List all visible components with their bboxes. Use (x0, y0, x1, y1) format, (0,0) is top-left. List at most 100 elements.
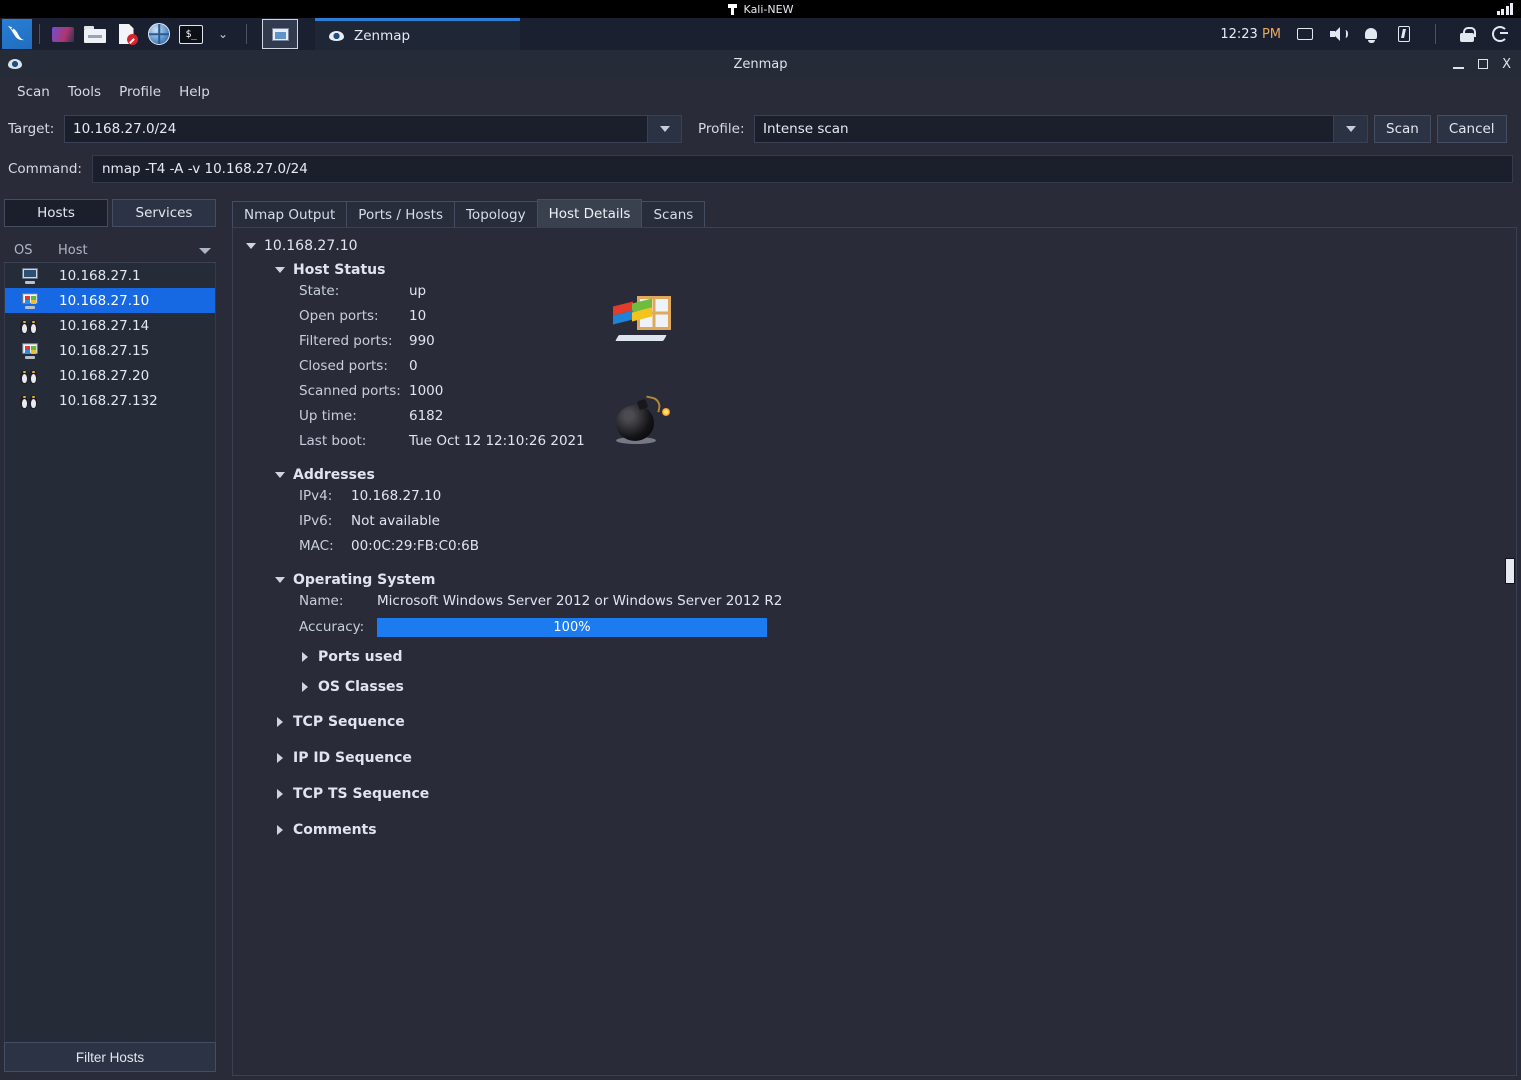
terminal-icon[interactable]: $_ (177, 20, 205, 48)
chevron-right-icon[interactable] (274, 716, 286, 728)
taskbar-launchers: $_ ⌄ (0, 18, 254, 50)
profile-input[interactable] (755, 116, 1333, 142)
address-value: 10.168.27.10 (351, 487, 442, 504)
kali-menu-icon[interactable] (2, 19, 32, 49)
scan-button[interactable]: Scan (1374, 115, 1431, 143)
workspace-indicator[interactable]: Kali-NEW (727, 3, 793, 16)
host-status-value: 0 (409, 357, 418, 374)
chevron-right-icon[interactable] (274, 752, 286, 764)
show-desktop-button[interactable] (262, 19, 298, 49)
filter-hosts-button[interactable]: Filter Hosts (4, 1042, 216, 1072)
host-status-key: State: (299, 282, 340, 299)
menu-item-help[interactable]: Help (170, 80, 219, 104)
text-editor-icon[interactable] (113, 20, 141, 48)
minimize-button[interactable] (1453, 60, 1465, 69)
notification-bell-icon[interactable] (1362, 25, 1380, 43)
tree-node-comments-label: Comments (293, 822, 377, 838)
window-controls: X (1453, 50, 1511, 78)
target-combobox[interactable] (64, 115, 682, 143)
vertical-scrollbar-handle[interactable] (1505, 558, 1515, 584)
menu-item-tools[interactable]: Tools (59, 80, 110, 104)
host-status-row: Last boot: Tue Oct 12 12:10:26 2021 (299, 428, 1516, 453)
chevron-down-icon[interactable] (245, 240, 257, 252)
address-row: MAC: 00:0C:29:FB:C0:6B (299, 533, 1516, 558)
chevron-right-icon[interactable] (299, 651, 311, 663)
host-list-item[interactable]: 10.168.27.20 (5, 363, 215, 388)
target-dropdown-arrow[interactable] (647, 116, 681, 142)
menu-item-scan[interactable]: Scan (8, 80, 59, 104)
host-status-key: Filtered ports: (299, 332, 393, 349)
target-label: Target: (8, 121, 55, 137)
web-browser-icon[interactable] (145, 20, 173, 48)
host-list-item[interactable]: 10.168.27.15 (5, 338, 215, 363)
window-titlebar: Zenmap X (0, 50, 1521, 78)
volume-icon[interactable] (1329, 25, 1348, 43)
menubar: Scan Tools Profile Help (0, 78, 1521, 106)
tab-scans[interactable]: Scans (641, 201, 706, 227)
display-icon[interactable] (1296, 25, 1314, 43)
cancel-button[interactable]: Cancel (1436, 115, 1507, 143)
tree-node-operating-system[interactable]: Operating System (274, 572, 1516, 588)
chevron-right-icon[interactable] (274, 788, 286, 800)
hosts-pane: Hosts Services OS Host 10.168.27.1 10.16… (4, 199, 216, 1076)
tree-node-tcp-ts-sequence[interactable]: TCP TS Sequence (274, 786, 1516, 802)
command-field[interactable]: nmap -T4 -A -v 10.168.27.0/24 (92, 155, 1513, 183)
file-manager-icon[interactable] (81, 20, 109, 48)
host-list-item[interactable]: 10.168.27.132 (5, 388, 215, 413)
host-status-rows: State: up Open ports: 10 Filtered ports:… (299, 278, 1516, 453)
battery-icon[interactable] (1395, 25, 1413, 43)
target-input[interactable] (65, 116, 647, 142)
scan-controls-row: Target: Profile: Scan Cancel (0, 112, 1521, 146)
host-list-item-label: 10.168.27.132 (59, 392, 158, 409)
host-status-key: Open ports: (299, 307, 379, 324)
profile-dropdown-arrow[interactable] (1333, 116, 1367, 142)
tree-node-os-classes[interactable]: OS Classes (299, 679, 1516, 695)
tab-hosts[interactable]: Hosts (4, 199, 108, 227)
linux-host-icon (5, 368, 55, 384)
tab-host-details[interactable]: Host Details (536, 199, 643, 227)
logout-icon[interactable] (1491, 25, 1509, 43)
chevron-down-icon[interactable] (274, 469, 286, 481)
address-key: IPv6: (299, 512, 333, 529)
tray-separator (1435, 24, 1436, 44)
generic-host-icon (5, 267, 55, 284)
hosts-list[interactable]: 10.168.27.1 10.168.27.10 10.168.27.14 10… (4, 263, 216, 1069)
tree-node-ip-id-sequence[interactable]: IP ID Sequence (274, 750, 1516, 766)
column-header-host[interactable]: Host (54, 243, 194, 258)
profile-combobox[interactable] (754, 115, 1368, 143)
chevron-down-icon[interactable] (274, 574, 286, 586)
host-list-item-label: 10.168.27.1 (59, 267, 141, 284)
tree-node-host-root-label: 10.168.27.10 (264, 238, 358, 254)
hosts-services-tabs: Hosts Services (4, 199, 216, 227)
tree-node-host-root[interactable]: 10.168.27.10 (245, 238, 1516, 254)
clock[interactable]: 12:23 PM (1220, 27, 1281, 42)
chevron-right-icon[interactable] (274, 824, 286, 836)
tab-topology[interactable]: Topology (453, 201, 538, 227)
menu-item-profile[interactable]: Profile (110, 80, 170, 104)
host-status-key: Up time: (299, 407, 357, 424)
chevron-down-icon[interactable]: ⌄ (209, 20, 237, 48)
tree-node-tcp-sequence[interactable]: TCP Sequence (274, 714, 1516, 730)
column-header-os[interactable]: OS (4, 243, 54, 258)
main-tabs: Nmap Output Ports / Hosts Topology Host … (232, 199, 1517, 227)
taskbar-separator (39, 24, 40, 44)
host-list-item[interactable]: 10.168.27.14 (5, 313, 215, 338)
window-app-icon (8, 59, 22, 69)
tab-services[interactable]: Services (112, 199, 216, 227)
host-list-item[interactable]: 10.168.27.10 (5, 288, 215, 313)
tree-node-host-status[interactable]: Host Status (274, 262, 1516, 278)
maximize-button[interactable] (1478, 59, 1489, 69)
sort-descending-icon[interactable] (194, 247, 216, 254)
tab-ports-hosts[interactable]: Ports / Hosts (346, 201, 455, 227)
tree-node-addresses[interactable]: Addresses (274, 467, 1516, 483)
chevron-right-icon[interactable] (299, 681, 311, 693)
lock-icon[interactable] (1458, 25, 1476, 43)
taskbar-item-zenmap[interactable]: Zenmap (315, 18, 520, 50)
tree-node-ports-used[interactable]: Ports used (299, 649, 1516, 665)
tree-node-comments[interactable]: Comments (274, 822, 1516, 838)
close-icon[interactable]: X (1502, 58, 1511, 71)
host-list-item[interactable]: 10.168.27.1 (5, 263, 215, 288)
workspace-switcher-icon[interactable] (49, 20, 77, 48)
chevron-down-icon[interactable] (274, 264, 286, 276)
tab-nmap-output[interactable]: Nmap Output (232, 201, 348, 227)
